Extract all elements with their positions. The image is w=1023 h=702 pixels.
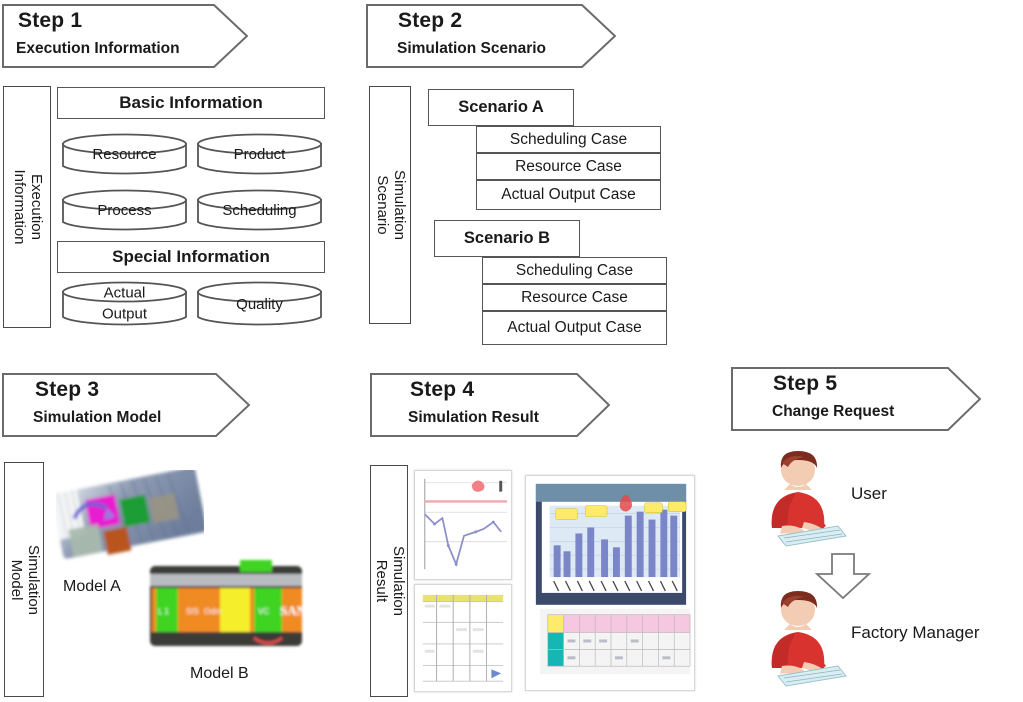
- step3-side-label-text: Simulation Model: [7, 544, 42, 615]
- step1-side-label-text: Execution Information: [10, 169, 45, 245]
- step4-banner: Step 4 Simulation Result: [370, 373, 610, 437]
- step1-side-label-line1: Execution: [27, 174, 45, 240]
- model-a-caption: Model A: [63, 578, 121, 595]
- factory-manager-avatar-icon: [742, 588, 850, 688]
- cylinder-resource-label: Resource: [92, 146, 157, 164]
- step1-number: Step 1: [18, 9, 83, 32]
- cylinder-actual-output-line2: Output: [101, 305, 148, 323]
- cylinder-actual-output[interactable]: Actual Output: [61, 281, 188, 329]
- scenario-a-case-1[interactable]: Resource Case: [476, 153, 661, 180]
- model-b-image[interactable]: L 1 SIS Odin VC SAN: [146, 552, 304, 662]
- basic-information-box[interactable]: Basic Information: [57, 87, 325, 119]
- svg-text:SIS: SIS: [186, 607, 199, 616]
- result-thumbnail-dashboard[interactable]: [525, 475, 695, 691]
- step1-banner: Step 1 Execution Information: [2, 4, 248, 68]
- svg-text:Odin: Odin: [204, 607, 221, 616]
- cylinder-product[interactable]: Product: [196, 133, 323, 177]
- step2-number: Step 2: [398, 9, 463, 32]
- step5-subtitle: Change Request: [772, 403, 895, 420]
- scenario-a-box[interactable]: Scenario A: [428, 89, 574, 126]
- step3-subtitle: Simulation Model: [33, 409, 162, 426]
- model-b-caption: Model B: [190, 665, 249, 682]
- special-information-box[interactable]: Special Information: [57, 241, 325, 273]
- step4-side-label-line2: Result: [373, 559, 390, 603]
- svg-text:SAN: SAN: [280, 603, 304, 618]
- step3-side-label: Simulation Model: [4, 462, 44, 697]
- scenario-b-case-0[interactable]: Scheduling Case: [482, 257, 667, 284]
- step5-number: Step 5: [773, 372, 838, 395]
- banner-chevron-shape: [370, 373, 610, 437]
- scenario-a-case-2[interactable]: Actual Output Case: [476, 180, 661, 210]
- step3-side-label-line2: Model: [8, 559, 25, 600]
- cylinder-quality-label: Quality: [236, 296, 283, 314]
- step4-side-label-text: Simulation Result: [372, 545, 407, 617]
- step1-side-label-line2: Information: [11, 169, 28, 245]
- step4-side-label: Simulation Result: [370, 465, 408, 697]
- result-thumbnail-line-chart[interactable]: [414, 470, 512, 580]
- scenario-b-case-2[interactable]: Actual Output Case: [482, 311, 667, 345]
- user-avatar-icon: [742, 448, 850, 548]
- step4-subtitle: Simulation Result: [408, 409, 539, 426]
- step5-banner: Step 5 Change Request: [731, 367, 981, 431]
- result-thumbnail-data-table[interactable]: [414, 584, 512, 692]
- cylinder-scheduling-label: Scheduling: [222, 202, 297, 220]
- scenario-b-box[interactable]: Scenario B: [434, 220, 580, 257]
- step4-side-label-line1: Simulation: [389, 545, 407, 617]
- step1-subtitle: Execution Information: [16, 40, 180, 57]
- cylinder-process-label: Process: [97, 202, 152, 220]
- cylinder-resource[interactable]: Resource: [61, 133, 188, 177]
- step3-number: Step 3: [35, 378, 100, 401]
- svg-text:L 1: L 1: [158, 607, 169, 616]
- step3-side-label-line1: Simulation: [24, 544, 42, 615]
- step1-side-label: Execution Information: [3, 86, 51, 328]
- cylinder-actual-output-line1: Actual: [103, 283, 146, 301]
- scenario-a-case-0[interactable]: Scheduling Case: [476, 126, 661, 153]
- step2-banner: Step 2 Simulation Scenario: [366, 4, 616, 68]
- cylinder-product-label: Product: [233, 146, 286, 164]
- cylinder-actual-output-label: Actual Output: [61, 282, 188, 326]
- user-label: User: [851, 484, 887, 503]
- line-chart-graphic: [415, 471, 511, 579]
- step4-number: Step 4: [410, 378, 475, 401]
- factory-manager-label: Factory Manager: [851, 623, 980, 642]
- svg-text:VC: VC: [258, 607, 269, 616]
- step3-banner: Step 3 Simulation Model: [2, 373, 250, 437]
- step2-subtitle: Simulation Scenario: [397, 40, 547, 57]
- dashboard-graphic: [526, 476, 694, 690]
- cylinder-quality[interactable]: Quality: [196, 281, 323, 329]
- data-table-graphic: [415, 585, 511, 691]
- cylinder-process[interactable]: Process: [61, 189, 188, 233]
- step2-side-label-text: Simulation Scenario: [373, 169, 408, 241]
- cylinder-scheduling[interactable]: Scheduling: [196, 189, 323, 233]
- step2-side-label: Simulation Scenario: [369, 86, 411, 324]
- step2-side-label-line1: Simulation: [390, 169, 408, 241]
- scenario-b-case-1[interactable]: Resource Case: [482, 284, 667, 311]
- step2-side-label-line2: Scenario: [374, 175, 391, 235]
- banner-chevron-shape: [731, 367, 981, 431]
